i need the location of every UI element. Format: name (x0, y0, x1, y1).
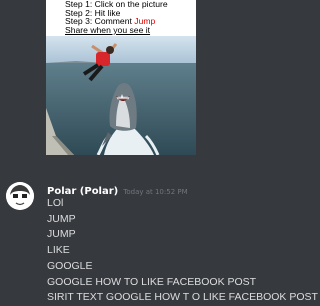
avatar[interactable] (6, 182, 34, 210)
timestamp: Today at 10:52 PM (123, 188, 188, 196)
message-line: JUMP (47, 228, 76, 241)
message-line: LIKE (47, 244, 70, 257)
message-line: LOl (47, 197, 64, 209)
message-line: GOOGLE (47, 259, 93, 272)
message: Polar (Polar) Today at 10:52 PM LOl JUMP … (47, 182, 318, 306)
message-line: SIRIT TEXT GOOGLE HOW T O LIKE FACEBOOK … (47, 291, 318, 304)
message-header: Polar (Polar) Today at 10:52 PM (47, 182, 297, 197)
caption-step-4: Share when you see it (65, 24, 151, 35)
sky (46, 36, 196, 64)
message-line: JUMP (47, 212, 76, 225)
message-line: GOOGLE HOW TO LIKE FACEBOOK POST (47, 275, 257, 288)
shark-jump-photo (46, 36, 196, 155)
image-attachment[interactable]: Step 1: Click on the picture Step 2: Hit… (46, 0, 196, 155)
avatar-icon (6, 182, 34, 210)
image-caption: Step 1: Click on the picture Step 2: Hit… (46, 0, 196, 36)
